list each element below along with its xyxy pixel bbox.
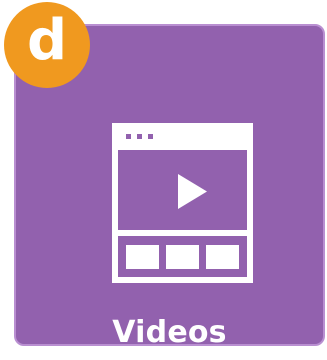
window-dots bbox=[126, 134, 153, 139]
thumbnail-1 bbox=[126, 245, 159, 269]
thumbnail-2 bbox=[166, 245, 199, 269]
player-bottom-left bbox=[112, 236, 118, 283]
letter-badge: d bbox=[4, 2, 90, 88]
player-bottom-right bbox=[247, 236, 253, 283]
player-right-edge bbox=[247, 150, 253, 236]
videos-label: Videos bbox=[112, 315, 227, 350]
player-divider bbox=[112, 230, 253, 236]
thumbnail-3 bbox=[206, 245, 239, 269]
video-player-icon bbox=[112, 123, 253, 283]
play-icon bbox=[178, 174, 207, 209]
player-bottom-bar bbox=[112, 277, 253, 283]
player-left-edge bbox=[112, 150, 118, 236]
player-top-bar bbox=[112, 123, 253, 150]
